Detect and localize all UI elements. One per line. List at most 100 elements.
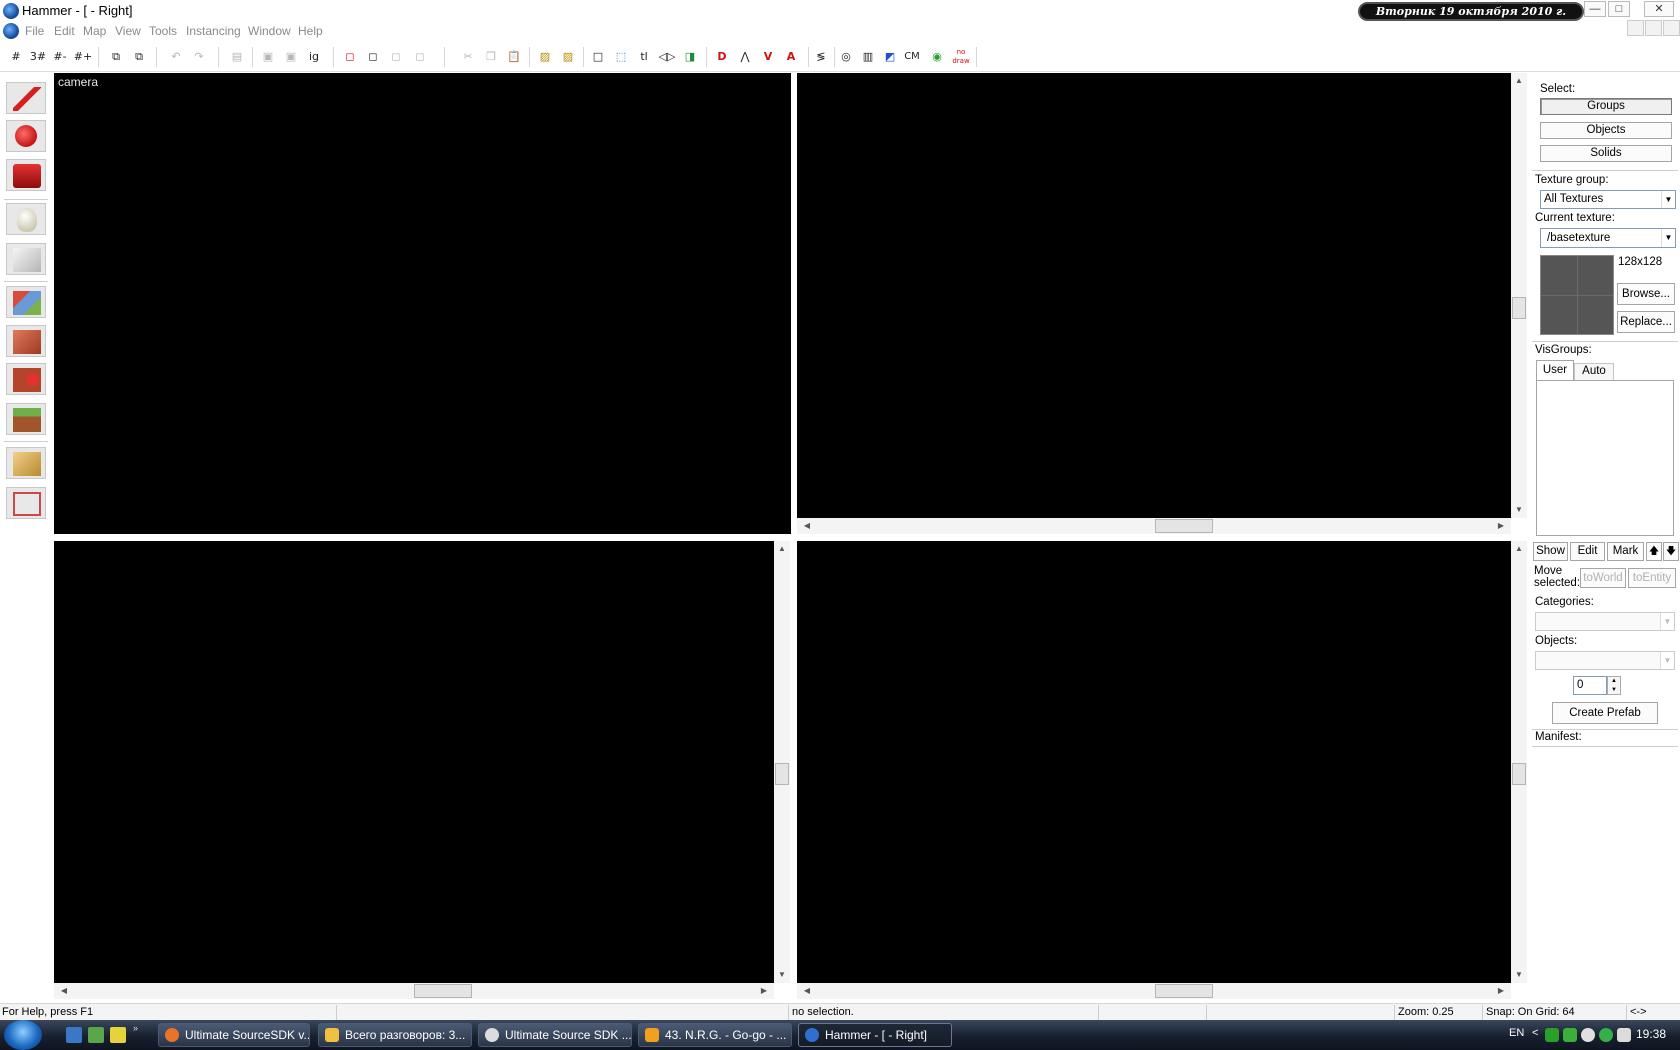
to-entity-button[interactable]: toEntity <box>1628 568 1676 588</box>
tray-skype-icon[interactable] <box>1599 1028 1613 1042</box>
select-solids-button[interactable]: Solids <box>1540 145 1672 162</box>
scroll-thumb[interactable] <box>775 763 789 785</box>
vertex-icon[interactable]: ▣ <box>281 47 301 67</box>
tray-clock[interactable]: 19:38 <box>1636 1027 1666 1041</box>
categories-select[interactable]: ▼ <box>1535 612 1675 631</box>
quicklaunch-icon[interactable] <box>88 1027 104 1043</box>
align-icon[interactable]: ◨ <box>680 47 700 67</box>
options-icon[interactable]: A <box>781 47 801 67</box>
entity-tool[interactable] <box>6 203 46 235</box>
menu-tools[interactable]: Tools <box>149 24 177 38</box>
block-tool[interactable] <box>6 243 46 275</box>
entity-report-icon[interactable]: ⋀ <box>735 47 755 67</box>
hide-unselected-icon[interactable]: ◻ <box>363 47 383 67</box>
copy-icon[interactable]: ❐ <box>481 47 501 67</box>
tray-expand-icon[interactable]: < <box>1532 1027 1538 1039</box>
current-texture-select[interactable]: /basetexture ▼ <box>1540 228 1676 248</box>
menu-edit[interactable]: Edit <box>54 24 75 38</box>
visgroup-show-button[interactable]: Show <box>1533 542 1568 561</box>
tray-volume-icon[interactable] <box>1617 1028 1631 1042</box>
menu-help[interactable]: Help <box>298 24 323 38</box>
start-button[interactable] <box>4 1020 42 1050</box>
grid-icon[interactable]: # <box>6 47 26 67</box>
viewport-bottom-left[interactable] <box>54 541 774 983</box>
scroll-thumb[interactable] <box>1512 763 1526 785</box>
visgroups-list[interactable] <box>1536 380 1674 536</box>
tray-app-icon[interactable] <box>1563 1028 1577 1042</box>
larger-grid-icon[interactable]: #+ <box>73 47 93 67</box>
language-indicator[interactable]: EN <box>1509 1027 1524 1039</box>
to-world-icon[interactable]: ▨ <box>535 47 555 67</box>
visgroup-edit-button[interactable]: Edit <box>1570 542 1605 561</box>
viewport-bottom-right[interactable] <box>797 541 1511 983</box>
to-entity-icon[interactable]: ▨ <box>558 47 578 67</box>
select-by-handles-icon[interactable]: ⬚ <box>611 47 631 67</box>
scroll-thumb[interactable] <box>414 984 472 998</box>
select-objects-button[interactable]: Objects <box>1540 122 1672 139</box>
mdi-restore-button[interactable] <box>1645 20 1662 36</box>
scroll-up-icon[interactable]: ▲ <box>1511 74 1527 88</box>
viewport-bottom-left-vscroll[interactable]: ▲ ▼ <box>774 541 790 983</box>
carve-icon[interactable]: ▤ <box>227 47 247 67</box>
scroll-left-icon[interactable]: ◀ <box>799 519 815 533</box>
show-all-icon[interactable]: ◻ <box>386 47 406 67</box>
task-ultimate-sourcesdk-browser[interactable]: Ultimate SourceSDK v... <box>158 1023 310 1047</box>
spinner-icon[interactable]: ▲ ▼ <box>1607 676 1621 695</box>
scroll-left-icon[interactable]: ◀ <box>56 984 72 998</box>
viewport-top-right-hscroll[interactable]: ◀ ▶ <box>797 518 1511 534</box>
viewport-camera[interactable]: camera <box>54 73 791 534</box>
tl-icon[interactable]: tl <box>634 47 654 67</box>
objects-select[interactable]: ▼ <box>1535 651 1675 670</box>
scroll-right-icon[interactable]: ▶ <box>1493 984 1509 998</box>
visgroup-mark-button[interactable]: Mark <box>1607 542 1644 561</box>
menu-view[interactable]: View <box>115 24 141 38</box>
flip-icon[interactable]: ◁▷ <box>657 47 677 67</box>
browse-button[interactable]: Browse... <box>1617 283 1675 305</box>
select-box-icon[interactable]: □ <box>588 47 608 67</box>
undo-icon[interactable]: ↶ <box>166 47 186 67</box>
camera-tool[interactable] <box>6 159 46 191</box>
map-info-icon[interactable]: D <box>712 47 732 67</box>
scroll-thumb[interactable] <box>1155 519 1213 533</box>
check-problems-icon[interactable]: V <box>758 47 778 67</box>
redo-icon[interactable]: ↷ <box>189 47 209 67</box>
create-prefab-button[interactable]: Create Prefab <box>1552 702 1658 724</box>
texture-group-select[interactable]: All Textures ▼ <box>1540 190 1676 209</box>
tab-auto[interactable]: Auto <box>1574 363 1614 380</box>
overlay-tool[interactable] <box>6 363 46 395</box>
cut-icon[interactable]: ✂ <box>458 47 478 67</box>
magnify-tool[interactable] <box>6 120 46 152</box>
apply-decal-tool[interactable] <box>6 325 46 357</box>
select-groups-button[interactable]: Groups <box>1540 98 1672 115</box>
viewport-bottom-left-hscroll[interactable]: ◀ ▶ <box>54 983 774 999</box>
mdi-minimize-button[interactable] <box>1627 20 1644 36</box>
viewport-bottom-right-hscroll[interactable]: ◀ ▶ <box>797 983 1511 999</box>
scroll-up-icon[interactable]: ▲ <box>774 542 790 556</box>
menu-window[interactable]: Window <box>248 24 291 38</box>
texture-preview[interactable] <box>1540 255 1614 335</box>
texture-lock-icon[interactable]: ig <box>304 47 324 67</box>
scroll-down-icon[interactable]: ▼ <box>774 968 790 982</box>
textured-icon[interactable]: ◩ <box>880 47 900 67</box>
menu-file[interactable]: File <box>25 24 44 38</box>
tab-user[interactable]: User <box>1536 360 1574 380</box>
viewport-top-right-vscroll[interactable]: ▲ ▼ <box>1511 73 1527 518</box>
scroll-down-icon[interactable]: ▼ <box>1511 968 1527 982</box>
run-map-icon[interactable]: ≶ <box>811 47 831 67</box>
path-tool[interactable] <box>6 487 46 519</box>
menu-map[interactable]: Map <box>83 24 106 38</box>
task-music-player[interactable]: 43. N.R.G. - Go-go - ... <box>638 1023 792 1047</box>
task-ultimate-source-sdk[interactable]: Ultimate Source SDK ... <box>478 1023 632 1047</box>
wireframe-icon[interactable]: ◎ <box>836 47 856 67</box>
selection-tool[interactable] <box>6 82 46 114</box>
leaf-icon[interactable]: ◉ <box>927 47 947 67</box>
maximize-button[interactable]: □ <box>1608 1 1630 17</box>
scroll-right-icon[interactable]: ▶ <box>1493 519 1509 533</box>
move-up-icon[interactable]: 🡅 <box>1646 542 1662 561</box>
viewport-bottom-right-vscroll[interactable]: ▲ ▼ <box>1511 541 1527 983</box>
paste-icon[interactable]: 📋 <box>504 47 524 67</box>
menu-instancing[interactable]: Instancing <box>186 24 241 38</box>
scroll-thumb[interactable] <box>1512 297 1526 319</box>
smaller-grid-icon[interactable]: #- <box>50 47 70 67</box>
viewport-top-right[interactable] <box>797 73 1511 518</box>
